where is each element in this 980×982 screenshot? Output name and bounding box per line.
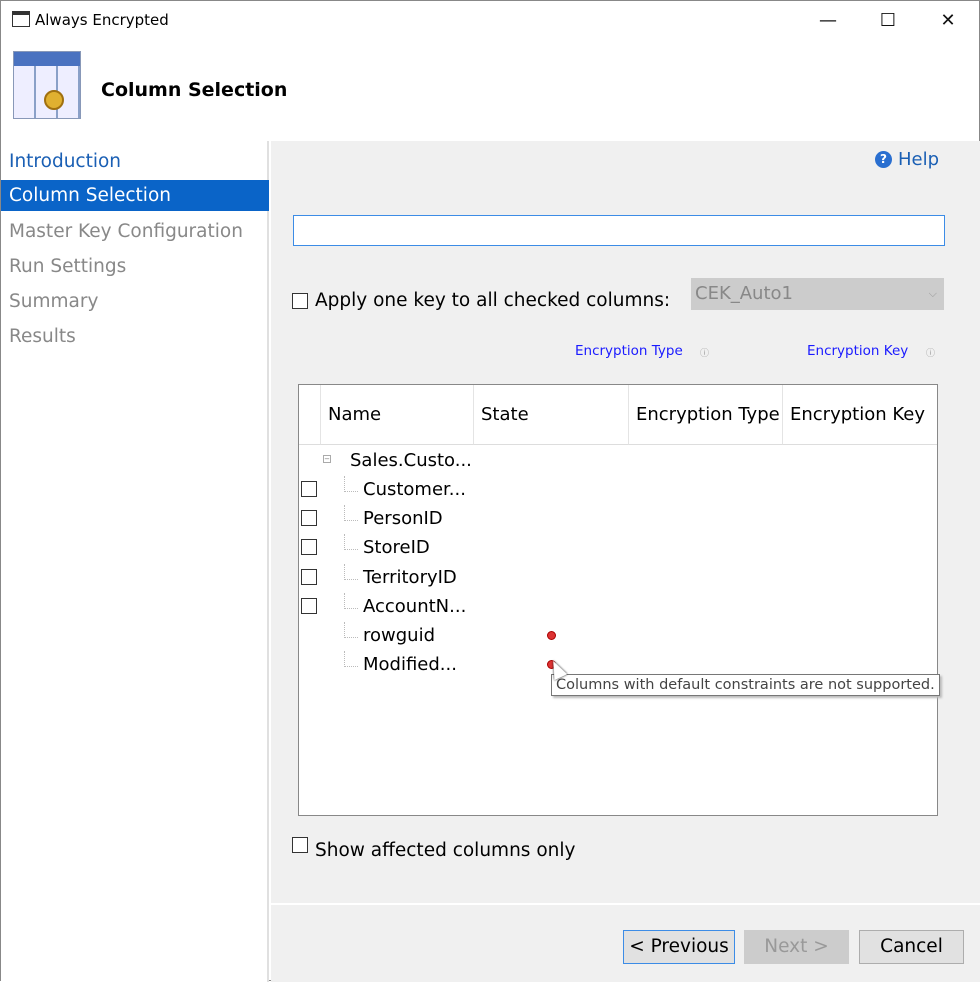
nav-item-master-key-configuration: Master Key Configuration (9, 221, 243, 242)
table-row: rowguid (299, 622, 937, 651)
footer-divider (271, 903, 980, 905)
wizard-nav: Introduction Column Selection Master Key… (1, 141, 269, 982)
close-button[interactable]: ✕ (933, 7, 963, 35)
info-icon: ⓘ (700, 349, 710, 359)
page-title: Column Selection (101, 79, 288, 101)
grid-header-checkbox (299, 385, 321, 445)
column-checkbox[interactable] (301, 481, 317, 497)
table-row: TerritoryID (299, 563, 937, 593)
error-icon[interactable] (547, 631, 556, 640)
column-checkbox[interactable] (301, 539, 317, 556)
nav-item-summary: Summary (9, 291, 99, 312)
column-name: PersonID (363, 508, 443, 530)
apply-key-checkbox[interactable] (292, 293, 308, 309)
encryption-type-link[interactable]: Encryption Type (575, 343, 683, 359)
encryption-key-link[interactable]: Encryption Key (807, 343, 908, 359)
column-name: rowguid (363, 625, 435, 646)
main-panel: ? Help Apply one key to all checked colum… (271, 141, 980, 982)
tree-line (344, 505, 358, 522)
table-row: − Sales.Custo... (299, 447, 937, 476)
maximize-button[interactable]: ☐ (873, 7, 903, 35)
window-title: Always Encrypted (35, 11, 169, 29)
previous-button[interactable]: < Previous (623, 930, 735, 964)
column-name: Modified... (363, 654, 457, 676)
column-checkbox[interactable] (301, 597, 317, 614)
help-icon: ? (875, 151, 892, 168)
search-input[interactable] (293, 215, 945, 246)
columns-grid: Name State Encryption Type Encryption Ke… (298, 384, 938, 816)
help-link[interactable]: ? Help (875, 149, 939, 170)
table-row: StoreID (299, 534, 937, 563)
app-icon (12, 11, 30, 27)
table-key-icon (13, 51, 81, 119)
tree-line (344, 534, 358, 551)
table-row: PersonID (299, 505, 937, 534)
tree-line (344, 592, 358, 609)
minimize-button[interactable]: — (813, 7, 843, 35)
grid-header-encryption-type[interactable]: Encryption Type (629, 385, 783, 445)
tooltip: Columns with default constraints are not… (551, 674, 940, 696)
tree-line (344, 476, 358, 492)
tree-line (344, 563, 358, 580)
column-name: AccountN... (363, 595, 467, 617)
nav-item-run-settings: Run Settings (9, 256, 127, 277)
show-affected-label: Show affected columns only (315, 840, 576, 861)
key-combo-value: CEK_Auto1 (695, 283, 793, 304)
column-checkbox[interactable] (301, 568, 317, 585)
column-name: StoreID (363, 537, 430, 559)
show-affected-checkbox[interactable] (292, 837, 308, 853)
chevron-down-icon: ⌵ (928, 287, 937, 300)
collapse-icon[interactable]: − (323, 455, 331, 463)
column-name: TerritoryID (363, 566, 457, 588)
apply-key-label: Apply one key to all checked columns: (315, 290, 671, 311)
column-checkbox[interactable] (301, 510, 317, 527)
table-name: Sales.Custo... (350, 450, 472, 471)
column-name: Customer... (363, 479, 466, 500)
next-button: Next > (744, 930, 849, 964)
key-combo: CEK_Auto1 ⌵ (691, 278, 944, 310)
tree-line (344, 622, 358, 638)
grid-header-encryption-key[interactable]: Encryption Key (783, 385, 937, 445)
help-label: Help (898, 149, 940, 170)
nav-item-introduction[interactable]: Introduction (1, 146, 269, 177)
nav-item-results: Results (9, 326, 76, 347)
info-icon: ⓘ (926, 349, 936, 359)
cancel-button[interactable]: Cancel (859, 930, 964, 964)
grid-header-name[interactable]: Name (321, 385, 474, 445)
table-row: AccountN... (299, 592, 937, 622)
grid-header-state[interactable]: State (474, 385, 629, 445)
nav-item-column-selection[interactable]: Column Selection (1, 180, 269, 211)
table-row: Customer... (299, 476, 937, 505)
tree-line (344, 651, 358, 668)
